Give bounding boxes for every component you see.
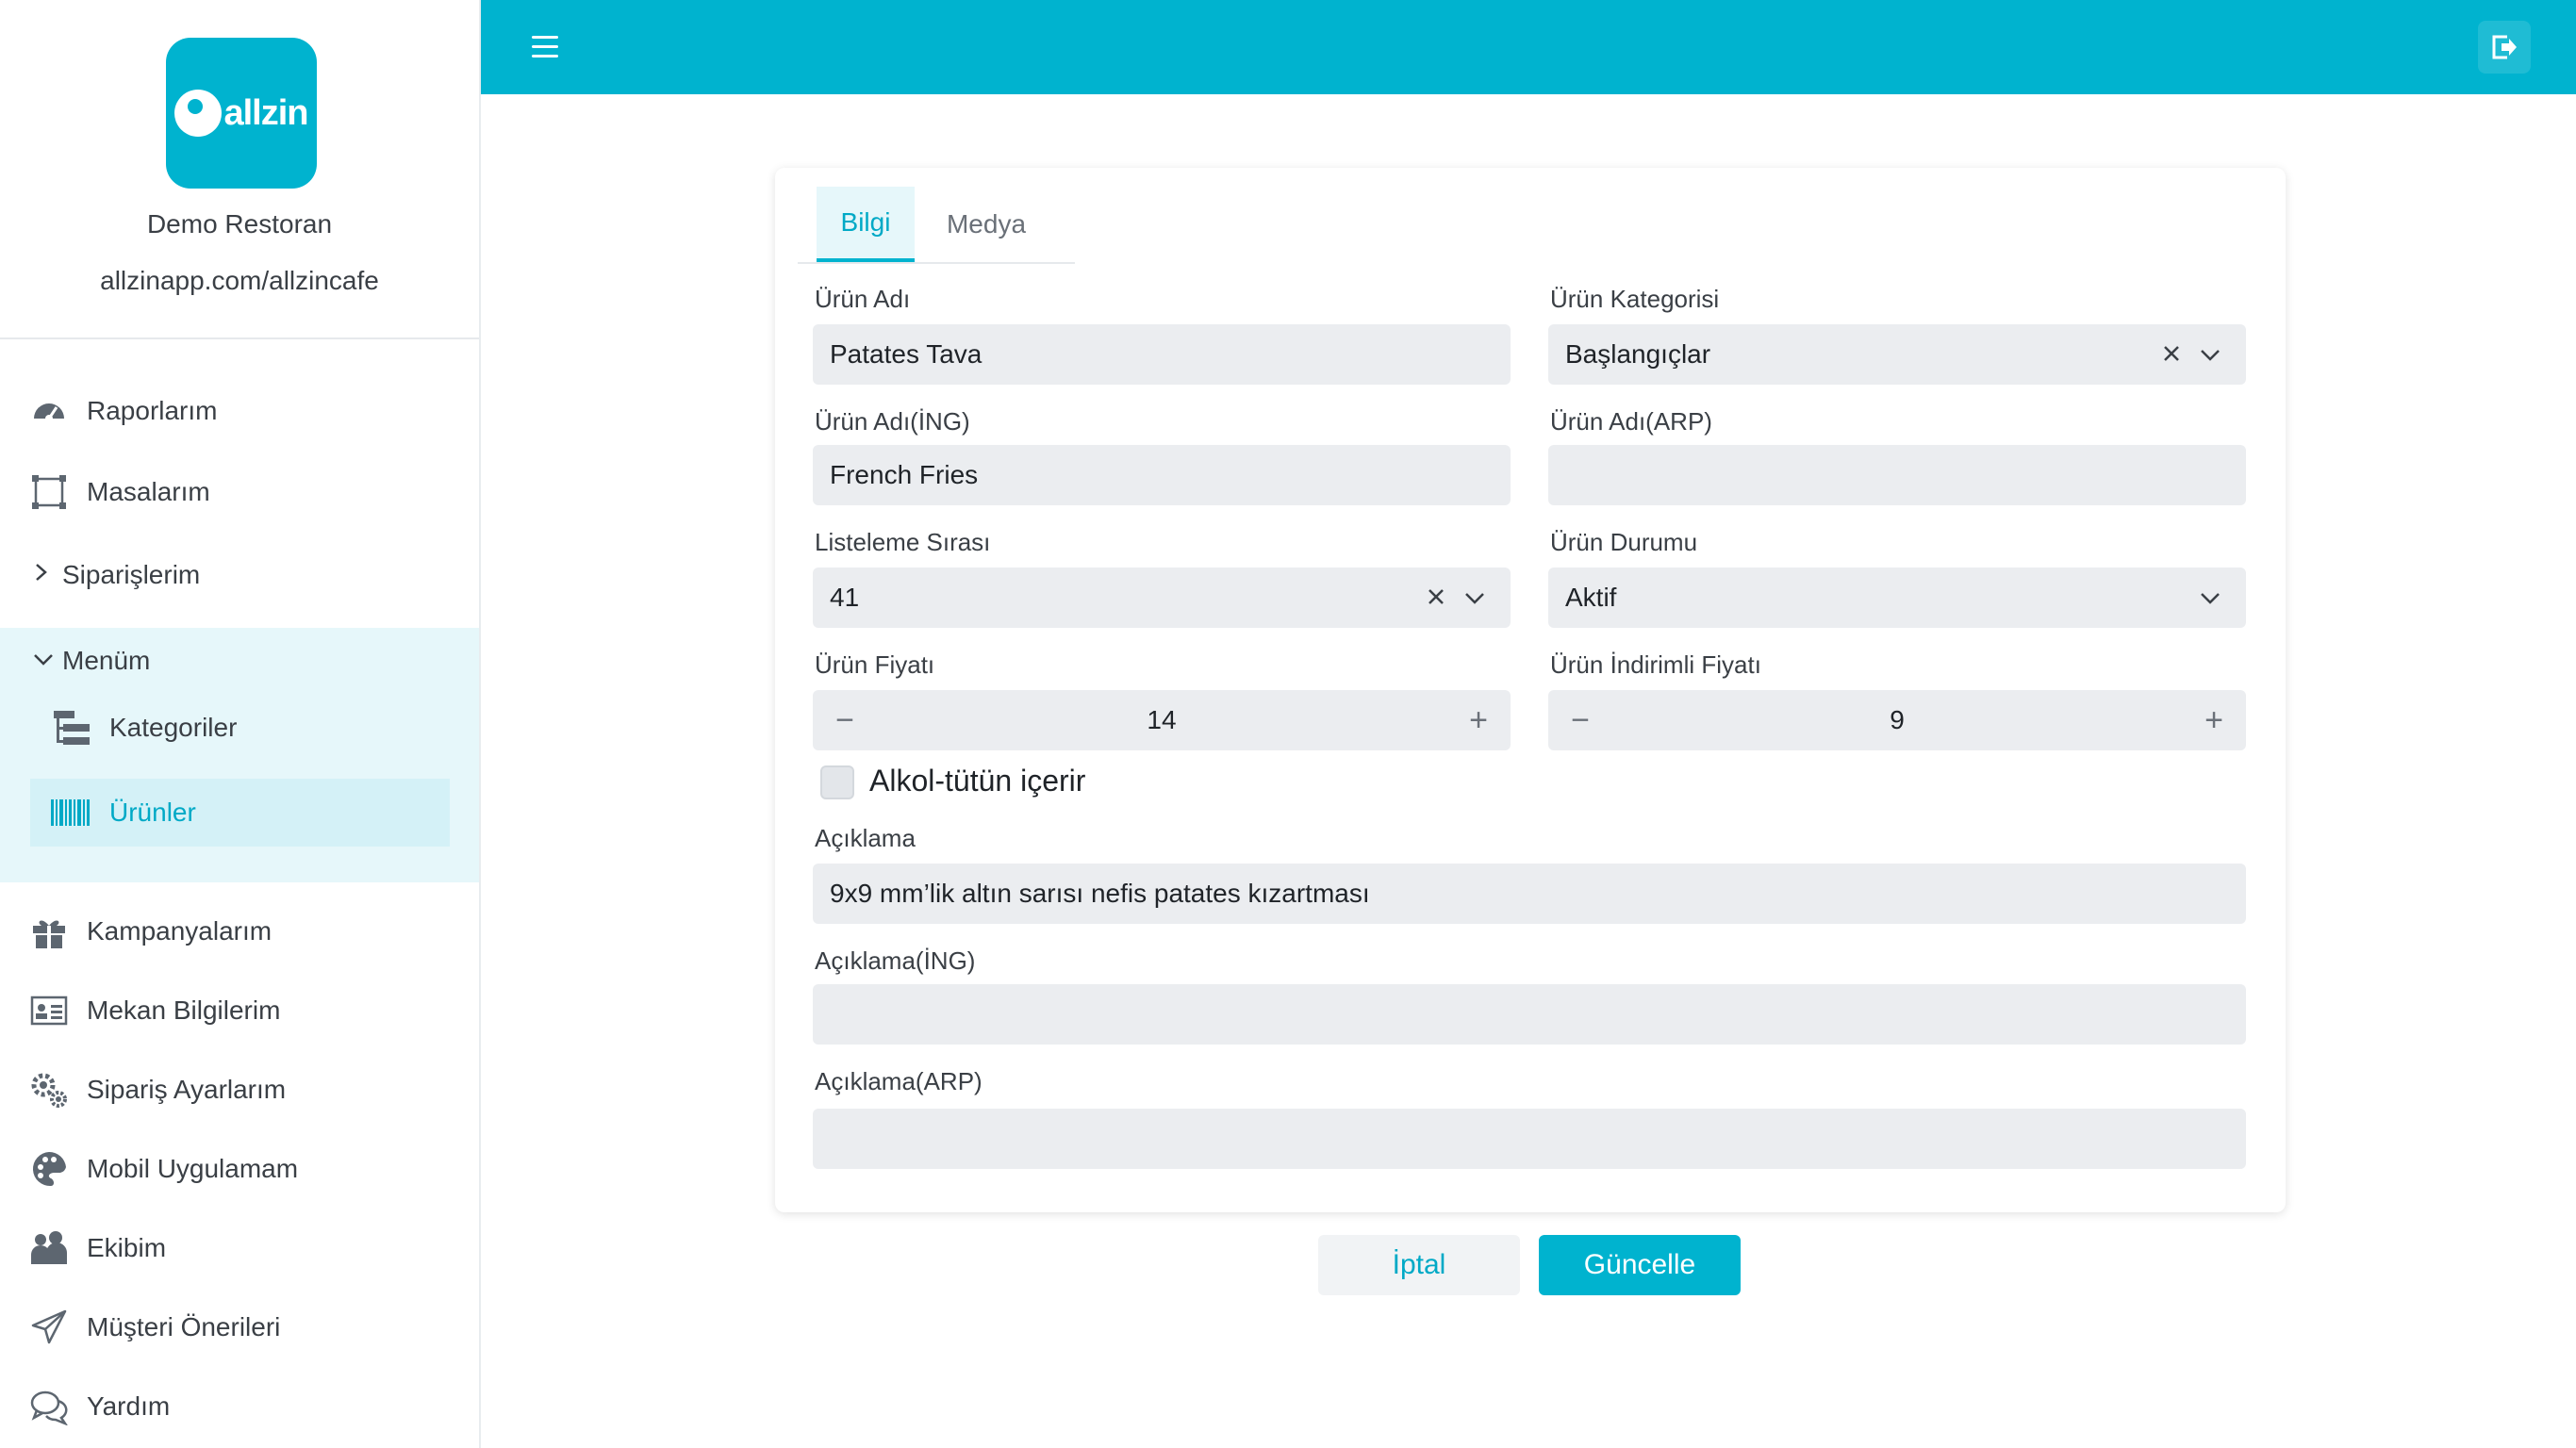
product-name-en-input[interactable]: French Fries [813, 445, 1511, 505]
alcohol-tobacco-checkbox[interactable] [820, 765, 854, 799]
sidebar-item-help[interactable]: Yardım [0, 1367, 479, 1446]
cancel-button[interactable]: İptal [1318, 1235, 1520, 1295]
selected-order: 41 [830, 583, 860, 612]
sidebar-item-venue-info[interactable]: Mekan Bilgilerim [0, 971, 479, 1050]
sidebar-item-menu[interactable]: Menüm [0, 628, 479, 694]
tab-media[interactable]: Medya [920, 187, 1052, 262]
description-ar-input[interactable] [813, 1109, 2246, 1169]
description-ar-label: Açıklama(ARP) [815, 1067, 983, 1095]
table-frame-icon [28, 471, 70, 513]
selected-status: Aktif [1565, 583, 1617, 612]
sidebar-item-label: Menüm [62, 646, 151, 675]
chevron-down-icon [32, 646, 55, 676]
sidebar-item-orders[interactable]: Siparişlerim [0, 535, 479, 615]
alcohol-tobacco-label[interactable]: Alkol-tütün içerir [869, 764, 1085, 798]
logo-text: allzin [223, 92, 308, 133]
sidebar-group-menu: Menüm Kategoriler Ürünler [0, 628, 479, 882]
description-input[interactable]: 9x9 mm’lik altın sarısı nefis patates kı… [813, 864, 2246, 924]
paper-plane-icon [28, 1307, 70, 1348]
hamburger-menu-icon[interactable] [528, 28, 566, 66]
selected-category: Başlangıçlar [1565, 339, 1711, 369]
listing-order-label: Listeleme Sırası [815, 528, 991, 556]
sidebar-item-label: Sipariş Ayarlarım [87, 1075, 287, 1104]
palette-icon [28, 1148, 70, 1190]
sidebar-item-reports[interactable]: Raporlarım [0, 371, 479, 451]
restaurant-name: Demo Restoran [146, 209, 333, 239]
id-card-icon [28, 990, 70, 1031]
plus-icon[interactable]: + [2188, 690, 2240, 750]
product-category-select[interactable]: Başlangıçlar [1548, 324, 2246, 385]
logo-mark-icon [174, 90, 223, 137]
sidebar-item-label: Mobil Uygulamam [87, 1154, 299, 1183]
product-price-stepper[interactable]: − 14 + [813, 690, 1511, 750]
sidebar-item-label: Müşteri Önerileri [87, 1312, 281, 1341]
product-name-input[interactable]: Patates Tava [813, 324, 1511, 385]
sidebar-item-label: Mekan Bilgilerim [87, 996, 281, 1025]
sidebar-item-categories[interactable]: Kategoriler [30, 694, 450, 762]
discount-price-label: Ürün İndirimli Fiyatı [1550, 650, 1761, 679]
chat-bubbles-icon [28, 1386, 70, 1427]
sidebar-item-label: Ürünler [109, 798, 196, 827]
description-label: Açıklama [815, 824, 916, 852]
product-name-ar-input[interactable] [1548, 445, 2246, 505]
update-button[interactable]: Güncelle [1539, 1235, 1741, 1295]
minus-icon[interactable]: − [818, 690, 871, 750]
discount-price-stepper[interactable]: − 9 + [1548, 690, 2246, 750]
logout-icon[interactable] [2478, 21, 2531, 74]
sidebar-item-label: Ekibim [87, 1233, 167, 1262]
sidebar-item-suggestions[interactable]: Müşteri Önerileri [0, 1288, 479, 1367]
sidebar-item-label: Yardım [87, 1391, 171, 1421]
sidebar-item-label: Kategoriler [109, 713, 238, 742]
chevron-down-icon[interactable] [2195, 339, 2225, 370]
sidebar-item-products[interactable]: Ürünler [30, 779, 450, 847]
brand-header: allzin Demo Restoran allzinapp.com/allzi… [0, 0, 479, 339]
plus-icon[interactable]: + [1452, 690, 1505, 750]
sidebar-item-label: Raporlarım [87, 396, 218, 425]
gears-icon [28, 1069, 70, 1111]
product-price-label: Ürün Fiyatı [815, 650, 935, 679]
form-tabs: Bilgi Medya [798, 187, 1075, 264]
sitemap-icon [51, 707, 92, 749]
product-price-value[interactable]: 14 [1147, 705, 1176, 735]
sidebar-item-label: Masalarım [87, 477, 210, 506]
sidebar-item-tables[interactable]: Masalarım [0, 452, 479, 532]
description-en-input[interactable] [813, 984, 2246, 1045]
sidebar-item-order-settings[interactable]: Sipariş Ayarlarım [0, 1050, 479, 1129]
listing-order-select[interactable]: 41 [813, 568, 1511, 628]
discount-price-value[interactable]: 9 [1890, 705, 1905, 735]
users-icon [28, 1227, 70, 1269]
sidebar-item-campaigns[interactable]: Kampanyalarım [0, 892, 479, 971]
chevron-right-icon [32, 560, 51, 590]
product-name-label: Ürün Adı [815, 285, 911, 313]
chevron-down-icon[interactable] [1460, 583, 1490, 613]
sidebar-item-label: Kampanyalarım [87, 916, 272, 946]
product-status-select[interactable]: Aktif [1548, 568, 2246, 628]
gift-icon [28, 911, 70, 952]
product-category-label: Ürün Kategorisi [1550, 285, 1720, 313]
top-bar [481, 0, 2576, 94]
app-root: allzin Demo Restoran allzinapp.com/allzi… [0, 0, 2576, 1448]
product-form-card: Bilgi Medya Ürün Adı Patates Tava Ürün K… [775, 168, 2286, 1212]
product-status-label: Ürün Durumu [1550, 528, 1698, 556]
clear-icon[interactable] [2155, 337, 2188, 370]
chevron-down-icon[interactable] [2195, 583, 2225, 613]
description-en-label: Açıklama(İNG) [815, 946, 976, 975]
sidebar-item-mobile-app[interactable]: Mobil Uygulamam [0, 1129, 479, 1209]
product-name-ar-label: Ürün Adı(ARP) [1550, 407, 1712, 436]
allzin-logo[interactable]: allzin [166, 38, 317, 189]
clear-icon[interactable] [1420, 581, 1452, 613]
dashboard-icon [28, 390, 70, 432]
sidebar-item-label: Siparişlerim [62, 560, 201, 589]
product-name-en-label: Ürün Adı(İNG) [815, 407, 970, 436]
sidebar: allzin Demo Restoran allzinapp.com/allzi… [0, 0, 481, 1448]
sidebar-item-team[interactable]: Ekibim [0, 1209, 479, 1288]
barcode-icon [51, 792, 92, 833]
restaurant-url[interactable]: allzinapp.com/allzincafe [0, 266, 479, 296]
minus-icon[interactable]: − [1554, 690, 1607, 750]
tab-info[interactable]: Bilgi [817, 187, 915, 262]
